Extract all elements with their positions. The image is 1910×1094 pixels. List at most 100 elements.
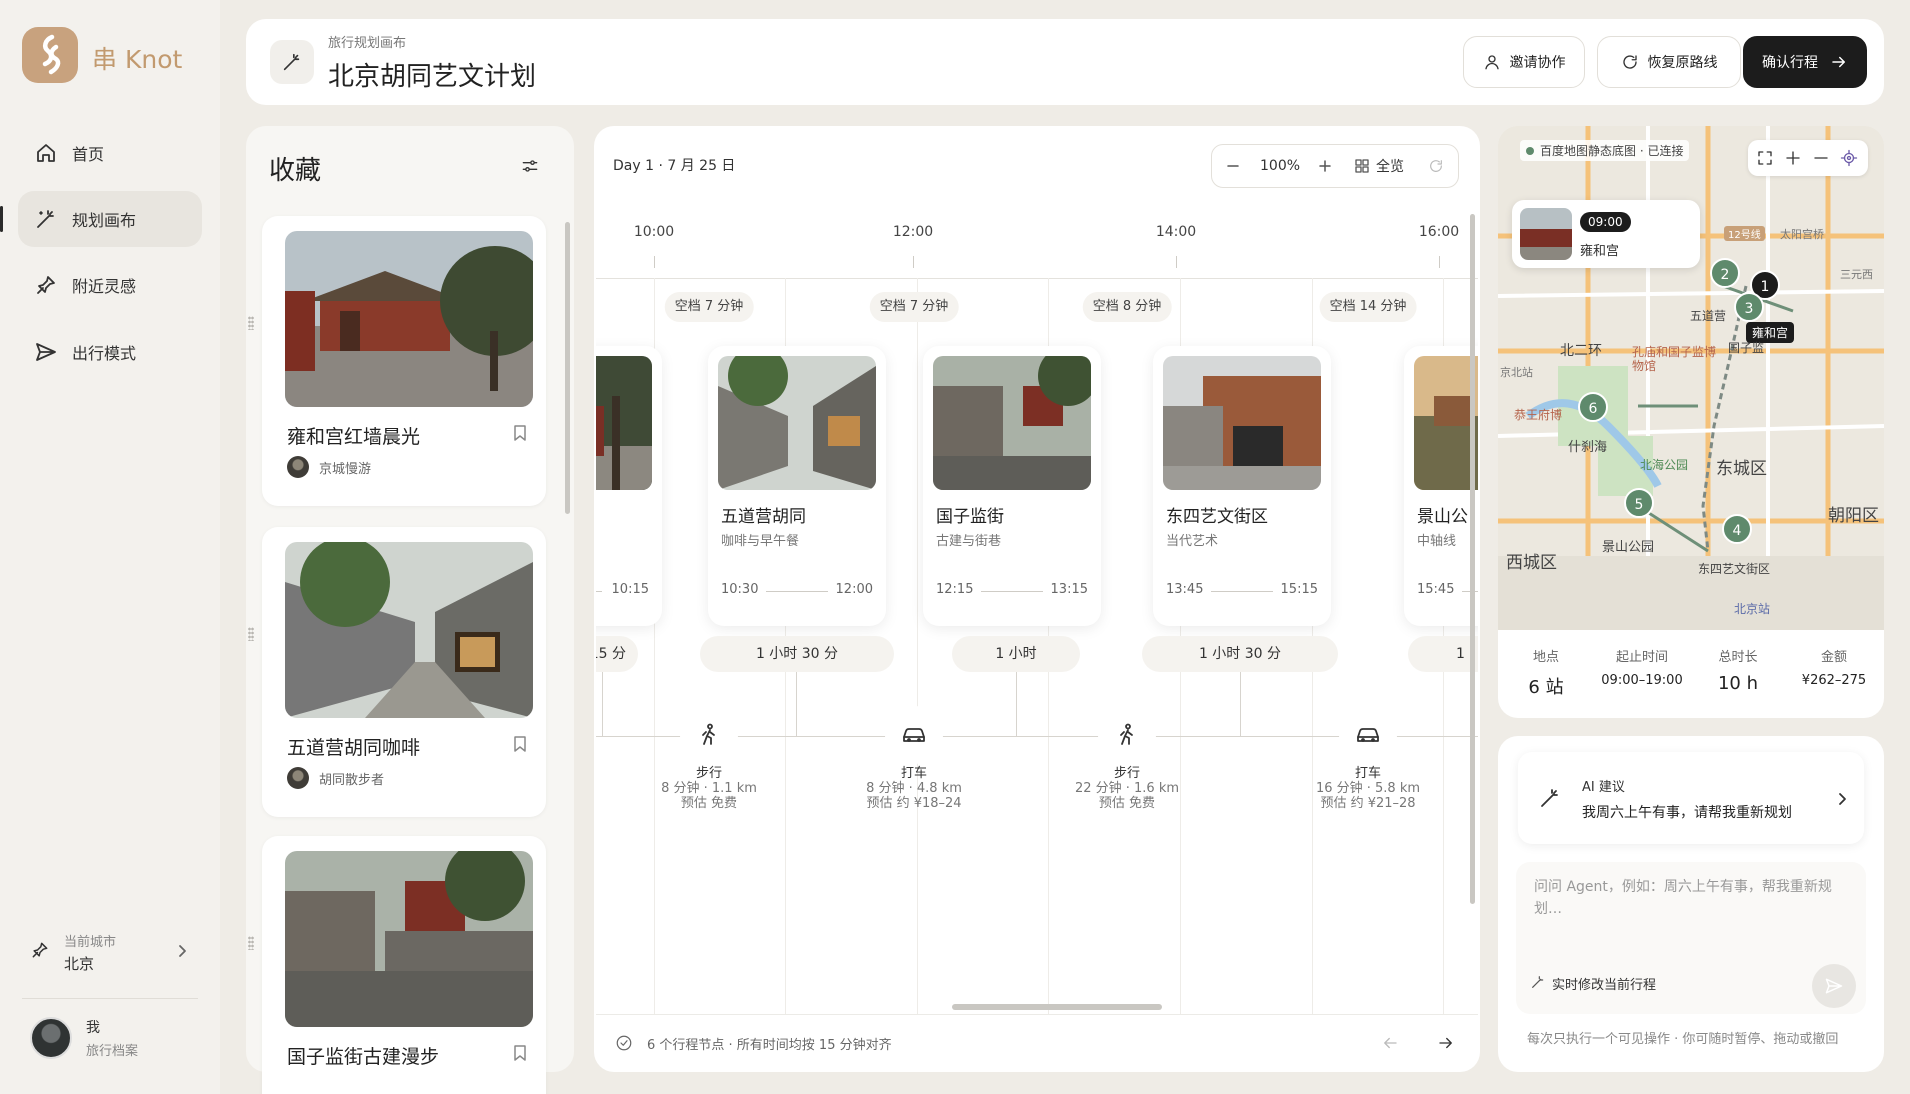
map-pin[interactable]: 5: [1624, 488, 1654, 518]
poi-end-time: 10:15: [611, 582, 649, 597]
chevron-right-icon: [1839, 793, 1846, 805]
poi-card[interactable]: 五道营胡同 咖啡与早午餐 10:30 12:00: [708, 346, 886, 626]
poi-card[interactable]: 10:15: [596, 346, 662, 626]
city-chevron-icon[interactable]: [176, 944, 188, 958]
time-label: 14:00: [1155, 224, 1197, 240]
map-label: 西城区: [1506, 553, 1557, 573]
map-label: 恭王府博: [1514, 408, 1563, 422]
drag-handle[interactable]: [248, 316, 254, 330]
walk-icon: [1120, 723, 1133, 745]
poi-category: 中轴线: [1417, 534, 1457, 549]
poi-photo: [1163, 356, 1321, 490]
ai-suggestion-card[interactable]: AI 建议 我周六上午有事，请帮我重新规划: [1518, 752, 1864, 844]
transit-walk-button[interactable]: [1098, 706, 1156, 764]
transit-taxi-button[interactable]: [885, 706, 943, 764]
transit-taxi-button[interactable]: [1339, 706, 1397, 764]
ai-suggestion-text: 我周六上午有事，请帮我重新规划: [1582, 805, 1792, 821]
filter-icon[interactable]: [520, 156, 540, 176]
send-icon: [36, 343, 56, 361]
transit-walk-button[interactable]: [680, 706, 738, 764]
favorite-card[interactable]: 五道营胡同咖啡 胡同散步者: [248, 527, 546, 817]
map-pin[interactable]: 3: [1734, 292, 1764, 322]
invite-button[interactable]: 邀请协作: [1463, 36, 1585, 88]
poi-card[interactable]: 东四艺文街区 当代艺术 13:45 15:15: [1153, 346, 1331, 626]
send-icon: [1825, 978, 1843, 994]
map-controls: [1748, 140, 1868, 176]
duration-pill: 1 小时 30 分: [1142, 636, 1338, 672]
gap-badge: 空档 7 分钟: [869, 292, 959, 322]
route-connector: [796, 672, 797, 736]
city-value[interactable]: 北京: [64, 953, 94, 974]
magic-wand-icon: [1541, 789, 1558, 807]
route-map[interactable]: 百度地图静态底图 · 已连接 09:00 雍和宫 1 2 3 4 5 6 五道营…: [1498, 126, 1884, 630]
transit-info: 打车 8 分钟 · 4.8 km 预估 约 ¥18–24: [866, 766, 962, 811]
map-pin[interactable]: 2: [1710, 258, 1740, 288]
map-status: 百度地图静态底图 · 已连接: [1520, 140, 1690, 161]
bookmark-icon[interactable]: [512, 1044, 528, 1062]
nav-home[interactable]: 首页: [18, 125, 202, 181]
bookmark-icon[interactable]: [512, 424, 528, 442]
zoom-level: 100%: [1260, 158, 1301, 174]
favorite-card[interactable]: 雍和宫红墙晨光 京城慢游: [248, 216, 546, 506]
poi-photo: [933, 356, 1091, 490]
author-avatar: [287, 456, 309, 478]
bookmark-icon[interactable]: [512, 735, 528, 753]
magic-wand-icon: [1532, 976, 1544, 988]
arrow-right-icon[interactable]: [1437, 1034, 1455, 1052]
poi-start-time: 13:45: [1166, 582, 1204, 597]
zoom-out-button[interactable]: [1226, 145, 1240, 187]
user-profile-link[interactable]: 旅行档案: [86, 1040, 138, 1059]
zoom-in-icon[interactable]: [1784, 149, 1802, 167]
timeline-canvas[interactable]: 10:00 12:00 14:00 16:00 空档 7 分钟 空档 7 分钟 …: [596, 206, 1478, 1014]
poi-category: 古建与街巷: [936, 534, 1002, 549]
ai-suggestion-title: AI 建议: [1582, 780, 1625, 795]
nav-canvas[interactable]: 规划画布: [18, 191, 202, 247]
ai-footer-note: 每次只执行一个可见操作 · 你可随时暂停、拖动或撤回: [1527, 1032, 1839, 1047]
poi-start-time: 15:45: [1417, 582, 1455, 597]
map-label: 孔庙和国子监博物馆: [1632, 345, 1717, 373]
time-tick: [1176, 256, 1177, 268]
zoom-out-icon[interactable]: [1812, 149, 1830, 167]
poi-name: 东四艺文街区: [1166, 507, 1268, 527]
poi-card[interactable]: 景山公 中轴线 15:45: [1404, 346, 1478, 626]
map-pin[interactable]: 4: [1722, 514, 1752, 544]
drag-handle[interactable]: [248, 936, 254, 950]
map-label: 朝阳区: [1828, 506, 1879, 526]
nav-nearby-label: 附近灵感: [72, 277, 137, 296]
locate-icon[interactable]: [1840, 149, 1858, 167]
page-subtitle: 旅行规划画布: [328, 36, 407, 51]
favorites-scrollbar[interactable]: [565, 222, 570, 514]
stat-time-range: 起止时间 09:00–19:00: [1601, 650, 1683, 688]
poi-card[interactable]: 国子监街 古建与街巷 12:15 13:15: [923, 346, 1101, 626]
restore-route-button[interactable]: 恢复原路线: [1597, 36, 1741, 88]
drag-handle[interactable]: [248, 627, 254, 641]
zoom-in-button[interactable]: [1318, 145, 1332, 187]
nav-travel-mode[interactable]: 出行模式: [18, 324, 202, 380]
zoom-control: 100% 全览: [1211, 144, 1459, 188]
timeline-horizontal-scrollbar[interactable]: [952, 1004, 1162, 1010]
popup-name: 雍和宫: [1580, 244, 1620, 259]
arrow-left-icon[interactable]: [1381, 1034, 1399, 1052]
timeline-vertical-scrollbar[interactable]: [1470, 214, 1475, 904]
stat-cost: 金额 ¥262–275: [1801, 650, 1867, 688]
nav-nearby[interactable]: 附近灵感: [18, 257, 202, 313]
day-label: Day 1 · 7 月 25 日: [613, 158, 736, 174]
poi-time-bar: [981, 591, 1043, 592]
poi-photo: [718, 356, 876, 490]
poi-name: 五道营胡同: [721, 507, 806, 527]
favorite-card[interactable]: 国子监街古建漫步: [248, 836, 546, 1094]
map-pin[interactable]: 6: [1578, 392, 1608, 422]
map-popup[interactable]: 09:00 雍和宫: [1512, 200, 1700, 268]
nav-canvas-label: 规划画布: [72, 211, 137, 230]
poi-name: 国子监街: [936, 507, 1004, 527]
send-button[interactable]: [1812, 964, 1856, 1008]
user-avatar[interactable]: [30, 1017, 72, 1059]
duration-pill: 1 小时 30 分: [700, 636, 894, 672]
fullscreen-icon[interactable]: [1756, 149, 1774, 167]
confirm-itinerary-button[interactable]: 确认行程: [1743, 36, 1867, 88]
time-label: 16:00: [1418, 224, 1460, 240]
reset-zoom-button[interactable]: [1428, 145, 1444, 187]
time-label: 12:00: [892, 224, 934, 240]
poi-end-time: 13:15: [1050, 582, 1088, 597]
fit-all-button[interactable]: 全览: [1354, 145, 1404, 187]
